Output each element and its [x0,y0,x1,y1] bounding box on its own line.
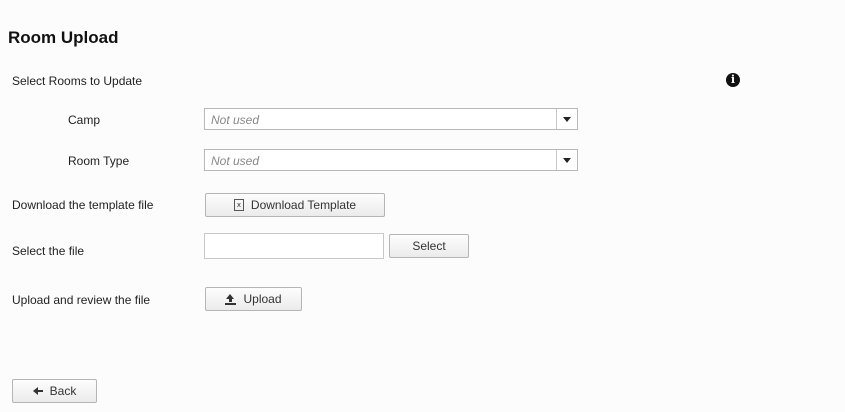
download-template-button[interactable]: x Download Template [205,193,385,217]
select-file-button-label: Select [412,239,446,253]
room-type-select-value: Not used [211,154,260,168]
page-title: Room Upload [8,28,119,47]
room-type-select[interactable]: Not used [204,149,578,171]
chevron-down-icon[interactable] [556,150,577,170]
file-name-field[interactable] [204,233,384,259]
chevron-down-icon[interactable] [556,109,577,129]
upload-review-label: Upload and review the file [12,293,151,307]
excel-file-icon: x [233,199,244,211]
download-template-button-label: Download Template [250,198,357,212]
back-button[interactable]: Back [12,379,97,403]
upload-button[interactable]: Upload [205,287,302,311]
back-button-label: Back [49,384,77,398]
upload-button-label: Upload [243,292,282,306]
select-file-button[interactable]: Select [389,234,469,258]
camp-label: Camp [68,113,101,127]
arrow-left-icon [32,386,43,396]
select-rooms-label: Select Rooms to Update [12,74,143,88]
room-type-label: Room Type [68,154,130,168]
camp-select[interactable]: Not used [204,108,578,130]
upload-icon [225,293,237,305]
info-icon[interactable]: i [726,73,740,87]
camp-select-value: Not used [211,113,260,127]
select-file-label: Select the file [12,244,85,258]
download-template-label: Download the template file [12,198,154,212]
